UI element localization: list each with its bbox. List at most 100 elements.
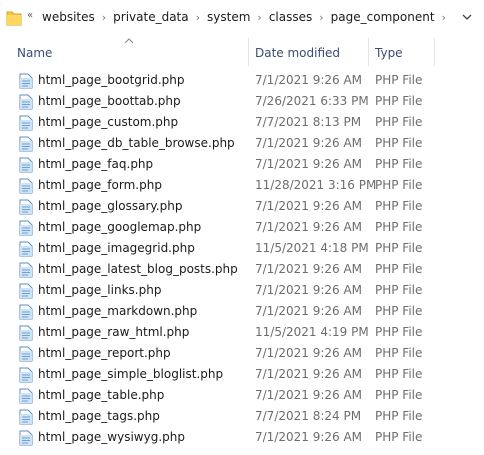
breadcrumb-item[interactable]: websites [42, 10, 95, 24]
file-date-modified: 11/5/2021 4:18 PM [255, 241, 369, 255]
column-header-row: Name Date modified Type [0, 38, 484, 66]
file-name: html_page_faq.php [38, 157, 154, 171]
breadcrumb-separator-icon[interactable]: › [319, 11, 323, 24]
file-type: PHP File [375, 199, 423, 213]
file-row[interactable]: html_page_raw_html.php 11/5/2021 4:19 PM P… [0, 322, 484, 343]
breadcrumb-separator-icon[interactable]: › [102, 11, 106, 24]
file-row[interactable]: html_page_report.php 7/1/2021 9:26 AM PHP … [0, 343, 484, 364]
file-name: html_page_tags.php [38, 409, 160, 423]
column-header-name[interactable]: Name [17, 46, 52, 60]
php-file-icon [19, 241, 33, 257]
php-file-icon [19, 430, 33, 446]
file-name: html_page_wysiwyg.php [38, 430, 185, 444]
file-type: PHP File [375, 94, 423, 108]
file-type: PHP File [375, 325, 423, 339]
file-date-modified: 7/1/2021 9:26 AM [255, 136, 363, 150]
breadcrumb-separator-icon[interactable]: › [196, 11, 200, 24]
breadcrumb-item[interactable]: classes [269, 10, 312, 24]
file-date-modified: 11/5/2021 4:19 PM [255, 325, 369, 339]
file-type: PHP File [375, 430, 423, 444]
php-file-icon [19, 346, 33, 362]
file-name: html_page_raw_html.php [38, 325, 190, 339]
column-divider[interactable] [368, 38, 369, 66]
column-divider[interactable] [248, 38, 249, 66]
file-row[interactable]: html_page_links.php 7/1/2021 9:26 AM PHP F… [0, 280, 484, 301]
breadcrumb-separator-icon[interactable]: › [257, 11, 261, 24]
chevron-down-icon[interactable] [460, 10, 474, 24]
file-type: PHP File [375, 241, 423, 255]
php-file-icon [19, 94, 33, 110]
file-type: PHP File [375, 409, 423, 423]
php-file-icon [19, 262, 33, 278]
php-file-icon [19, 409, 33, 425]
column-header-date-modified[interactable]: Date modified [255, 46, 340, 60]
php-file-icon [19, 136, 33, 152]
folder-icon [6, 11, 22, 26]
file-name: html_page_links.php [38, 283, 162, 297]
breadcrumb-item[interactable]: page_component [331, 10, 435, 24]
column-divider[interactable] [434, 38, 435, 66]
file-row[interactable]: html_page_form.php 11/28/2021 3:16 PM PHP … [0, 175, 484, 196]
php-file-icon [19, 367, 33, 383]
file-row[interactable]: html_page_simple_bloglist.php 7/1/2021 9:… [0, 364, 484, 385]
php-file-icon [19, 325, 33, 341]
breadcrumb-overflow-button[interactable]: « [27, 10, 33, 21]
file-type: PHP File [375, 136, 423, 150]
file-name: html_page_latest_blog_posts.php [38, 262, 238, 276]
file-row[interactable]: html_page_imagegrid.php 11/5/2021 4:18 PM… [0, 238, 484, 259]
file-date-modified: 7/1/2021 9:26 AM [255, 157, 363, 171]
breadcrumb-item[interactable]: private_data [113, 10, 188, 24]
file-name: html_page_form.php [38, 178, 162, 192]
file-row[interactable]: html_page_latest_blog_posts.php 7/1/2021 … [0, 259, 484, 280]
file-row[interactable]: html_page_wysiwyg.php 7/1/2021 9:26 AM PHP… [0, 427, 484, 448]
file-row[interactable]: html_page_glossary.php 7/1/2021 9:26 AM PH… [0, 196, 484, 217]
breadcrumb-separator-icon[interactable]: › [442, 11, 446, 24]
php-file-icon [19, 157, 33, 173]
file-name: html_page_custom.php [38, 115, 179, 129]
file-row[interactable]: html_page_faq.php 7/1/2021 9:26 AM PHP Fil… [0, 154, 484, 175]
file-row[interactable]: html_page_markdown.php 7/1/2021 9:26 AM PH… [0, 301, 484, 322]
breadcrumb: websites › private_data › system › classes › pag… [42, 10, 453, 24]
file-name: html_page_markdown.php [38, 304, 198, 318]
file-date-modified: 7/1/2021 9:26 AM [255, 73, 363, 87]
file-type: PHP File [375, 388, 423, 402]
file-row[interactable]: html_page_googlemap.php 7/1/2021 9:26 AM P… [0, 217, 484, 238]
file-date-modified: 7/1/2021 9:26 AM [255, 199, 363, 213]
file-date-modified: 11/28/2021 3:16 PM [255, 178, 377, 192]
file-row[interactable]: html_page_bootgrid.php 7/1/2021 9:26 AM PH… [0, 70, 484, 91]
file-type: PHP File [375, 73, 423, 87]
file-date-modified: 7/1/2021 9:26 AM [255, 367, 363, 381]
php-file-icon [19, 178, 33, 194]
file-type: PHP File [375, 157, 423, 171]
php-file-icon [19, 283, 33, 299]
file-name: html_page_db_table_browse.php [38, 136, 235, 150]
php-file-icon [19, 199, 33, 215]
file-name: html_page_imagegrid.php [38, 241, 195, 255]
file-row[interactable]: html_page_db_table_browse.php 7/1/2021 9:… [0, 133, 484, 154]
breadcrumb-item[interactable]: system [207, 10, 250, 24]
address-bar[interactable]: « websites › private_data › system › classes › p… [0, 0, 484, 37]
file-date-modified: 7/1/2021 9:26 AM [255, 346, 363, 360]
file-row[interactable]: html_page_custom.php 7/7/2021 8:13 PM PHP … [0, 112, 484, 133]
file-row[interactable]: html_page_tags.php 7/7/2021 8:24 PM PHP Fi… [0, 406, 484, 427]
file-date-modified: 7/1/2021 9:26 AM [255, 304, 363, 318]
file-type: PHP File [375, 115, 423, 129]
file-type: PHP File [375, 262, 423, 276]
file-date-modified: 7/1/2021 9:26 AM [255, 220, 363, 234]
file-type: PHP File [375, 304, 423, 318]
php-file-icon [19, 220, 33, 236]
file-date-modified: 7/1/2021 9:26 AM [255, 262, 363, 276]
file-date-modified: 7/7/2021 8:13 PM [255, 115, 362, 129]
file-date-modified: 7/1/2021 9:26 AM [255, 388, 363, 402]
file-date-modified: 7/1/2021 9:26 AM [255, 430, 363, 444]
file-name: html_page_report.php [38, 346, 171, 360]
file-name: html_page_googlemap.php [38, 220, 202, 234]
file-type: PHP File [375, 367, 423, 381]
file-name: html_page_boottab.php [38, 94, 181, 108]
php-file-icon [19, 304, 33, 320]
file-date-modified: 7/26/2021 6:33 PM [255, 94, 369, 108]
file-row[interactable]: html_page_table.php 7/1/2021 9:26 AM PHP F… [0, 385, 484, 406]
file-row[interactable]: html_page_boottab.php 7/26/2021 6:33 PM PH… [0, 91, 484, 112]
file-name: html_page_bootgrid.php [38, 73, 185, 87]
column-header-type[interactable]: Type [375, 46, 403, 60]
